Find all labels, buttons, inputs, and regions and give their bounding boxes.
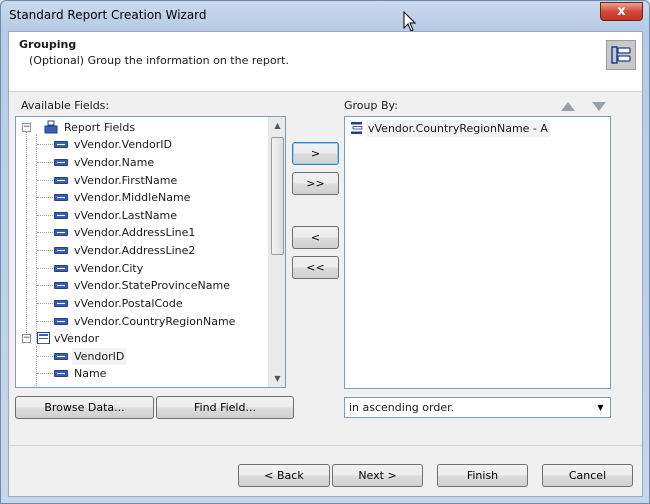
field-label: vVendor.StateProvinceName: [74, 279, 231, 292]
mouse-cursor-icon: [403, 11, 417, 32]
list-item[interactable]: vVendor.Name: [16, 154, 266, 171]
field-icon: [54, 229, 68, 236]
list-item[interactable]: vVendor.StateProvinceName: [16, 277, 266, 294]
available-fields-label: Available Fields:: [21, 99, 110, 112]
grouping-icon: [606, 40, 636, 70]
tree-line: [37, 250, 53, 251]
tree-line: [37, 303, 53, 304]
field-label: Name: [74, 367, 107, 380]
scroll-up-icon[interactable]: ▲: [269, 117, 285, 134]
tree-line: [37, 321, 53, 322]
field-icon: [54, 370, 68, 377]
field-label: vVendor.LastName: [74, 209, 178, 222]
page-subtitle: (Optional) Group the information on the …: [29, 54, 289, 67]
wizard-content: Grouping (Optional) Group the informatio…: [8, 31, 643, 497]
close-button[interactable]: x: [600, 2, 643, 21]
group-field-icon: [351, 122, 363, 134]
field-label: vVendor.CountryRegionName: [74, 315, 236, 328]
field-icon: [54, 318, 68, 325]
field-label: vVendor.VendorID: [74, 138, 173, 151]
tree-line: [37, 215, 53, 216]
field-label: vVendor.AddressLine1: [74, 226, 196, 239]
list-item[interactable]: vVendor.AddressLine2: [16, 242, 266, 259]
field-icon: [54, 141, 68, 148]
list-item[interactable]: vVendor.MiddleName: [16, 189, 266, 206]
finish-button[interactable]: Finish: [437, 464, 528, 487]
remove-field-button[interactable]: <: [292, 226, 339, 249]
field-icon: [54, 247, 68, 254]
tree-line: [37, 162, 53, 163]
list-item[interactable]: vVendor.CountryRegionName - A: [348, 120, 550, 137]
tree-line: [37, 373, 53, 374]
field-icon: [54, 159, 68, 166]
move-down-icon[interactable]: [592, 102, 606, 111]
move-up-icon[interactable]: [561, 102, 575, 111]
window-title: Standard Report Creation Wizard: [9, 8, 207, 22]
wizard-window: Standard Report Creation Wizard x Groupi…: [0, 0, 650, 504]
tree-node-label: vVendor: [54, 332, 100, 345]
tree-line: [37, 356, 53, 357]
list-item[interactable]: VendorID: [16, 348, 266, 365]
field-label: vVendor.PostalCode: [74, 297, 183, 310]
field-label: VendorID: [72, 348, 127, 365]
tree-line: [37, 180, 53, 181]
available-fields-tree[interactable]: − Report Fields vVendor.VendorID vVendor…: [15, 116, 286, 388]
browse-data-button[interactable]: Browse Data...: [15, 396, 154, 419]
list-item[interactable]: vVendor.CountryRegionName: [16, 313, 266, 330]
list-item[interactable]: vVendor.PostalCode: [16, 295, 266, 312]
next-button[interactable]: Next >: [332, 464, 423, 487]
table-icon: [37, 332, 50, 344]
tree-line: [37, 268, 53, 269]
list-item[interactable]: vVendor.FirstName: [16, 172, 266, 189]
group-field-label: vVendor.CountryRegionName - A: [366, 120, 550, 137]
remove-all-fields-button[interactable]: <<: [292, 256, 339, 279]
list-item[interactable]: Name: [16, 365, 266, 382]
tree-node-vvendor[interactable]: − vVendor: [16, 330, 266, 347]
tree-node-label: Report Fields: [64, 121, 136, 134]
cancel-button[interactable]: Cancel: [542, 464, 633, 487]
title-bar[interactable]: Standard Report Creation Wizard x: [1, 1, 649, 31]
field-icon: [54, 353, 68, 360]
sort-order-value: in ascending order.: [349, 401, 455, 414]
field-icon: [54, 282, 68, 289]
group-by-label: Group By:: [344, 99, 398, 112]
find-field-button[interactable]: Find Field...: [156, 396, 294, 419]
field-label: vVendor.Name: [74, 156, 155, 169]
tree-line: [37, 144, 53, 145]
report-fields-icon: [44, 120, 58, 134]
tree-line: [37, 285, 53, 286]
list-item[interactable]: vVendor.AddressLine1: [16, 224, 266, 241]
collapse-icon[interactable]: −: [22, 334, 31, 343]
scroll-thumb[interactable]: [271, 137, 284, 255]
page-title: Grouping: [19, 38, 77, 51]
field-icon: [54, 265, 68, 272]
sort-order-select[interactable]: in ascending order. ▼: [344, 397, 611, 418]
field-icon: [54, 177, 68, 184]
group-by-list[interactable]: vVendor.CountryRegionName - A: [344, 116, 611, 389]
field-label: vVendor.MiddleName: [74, 191, 191, 204]
list-item[interactable]: vVendor.City: [16, 260, 266, 277]
tree-line: [37, 197, 53, 198]
field-icon: [54, 212, 68, 219]
chevron-down-icon[interactable]: ▼: [593, 400, 608, 415]
scroll-down-icon[interactable]: ▼: [269, 370, 285, 387]
collapse-icon[interactable]: −: [22, 123, 31, 132]
tree-node-report-fields[interactable]: − Report Fields: [16, 119, 266, 136]
tree-line: [37, 232, 53, 233]
field-icon: [54, 194, 68, 201]
vertical-scrollbar[interactable]: ▲ ▼: [268, 117, 285, 387]
field-icon: [54, 300, 68, 307]
list-item[interactable]: vVendor.LastName: [16, 207, 266, 224]
footer-divider: [9, 445, 642, 446]
back-button[interactable]: < Back: [238, 464, 330, 487]
field-label: vVendor.City: [74, 262, 144, 275]
add-all-fields-button[interactable]: >>: [292, 172, 339, 195]
wizard-header: Grouping (Optional) Group the informatio…: [9, 32, 642, 92]
list-item[interactable]: vVendor.VendorID: [16, 136, 266, 153]
add-field-button[interactable]: >: [292, 142, 339, 165]
field-label: vVendor.FirstName: [74, 174, 178, 187]
field-label: vVendor.AddressLine2: [74, 244, 196, 257]
